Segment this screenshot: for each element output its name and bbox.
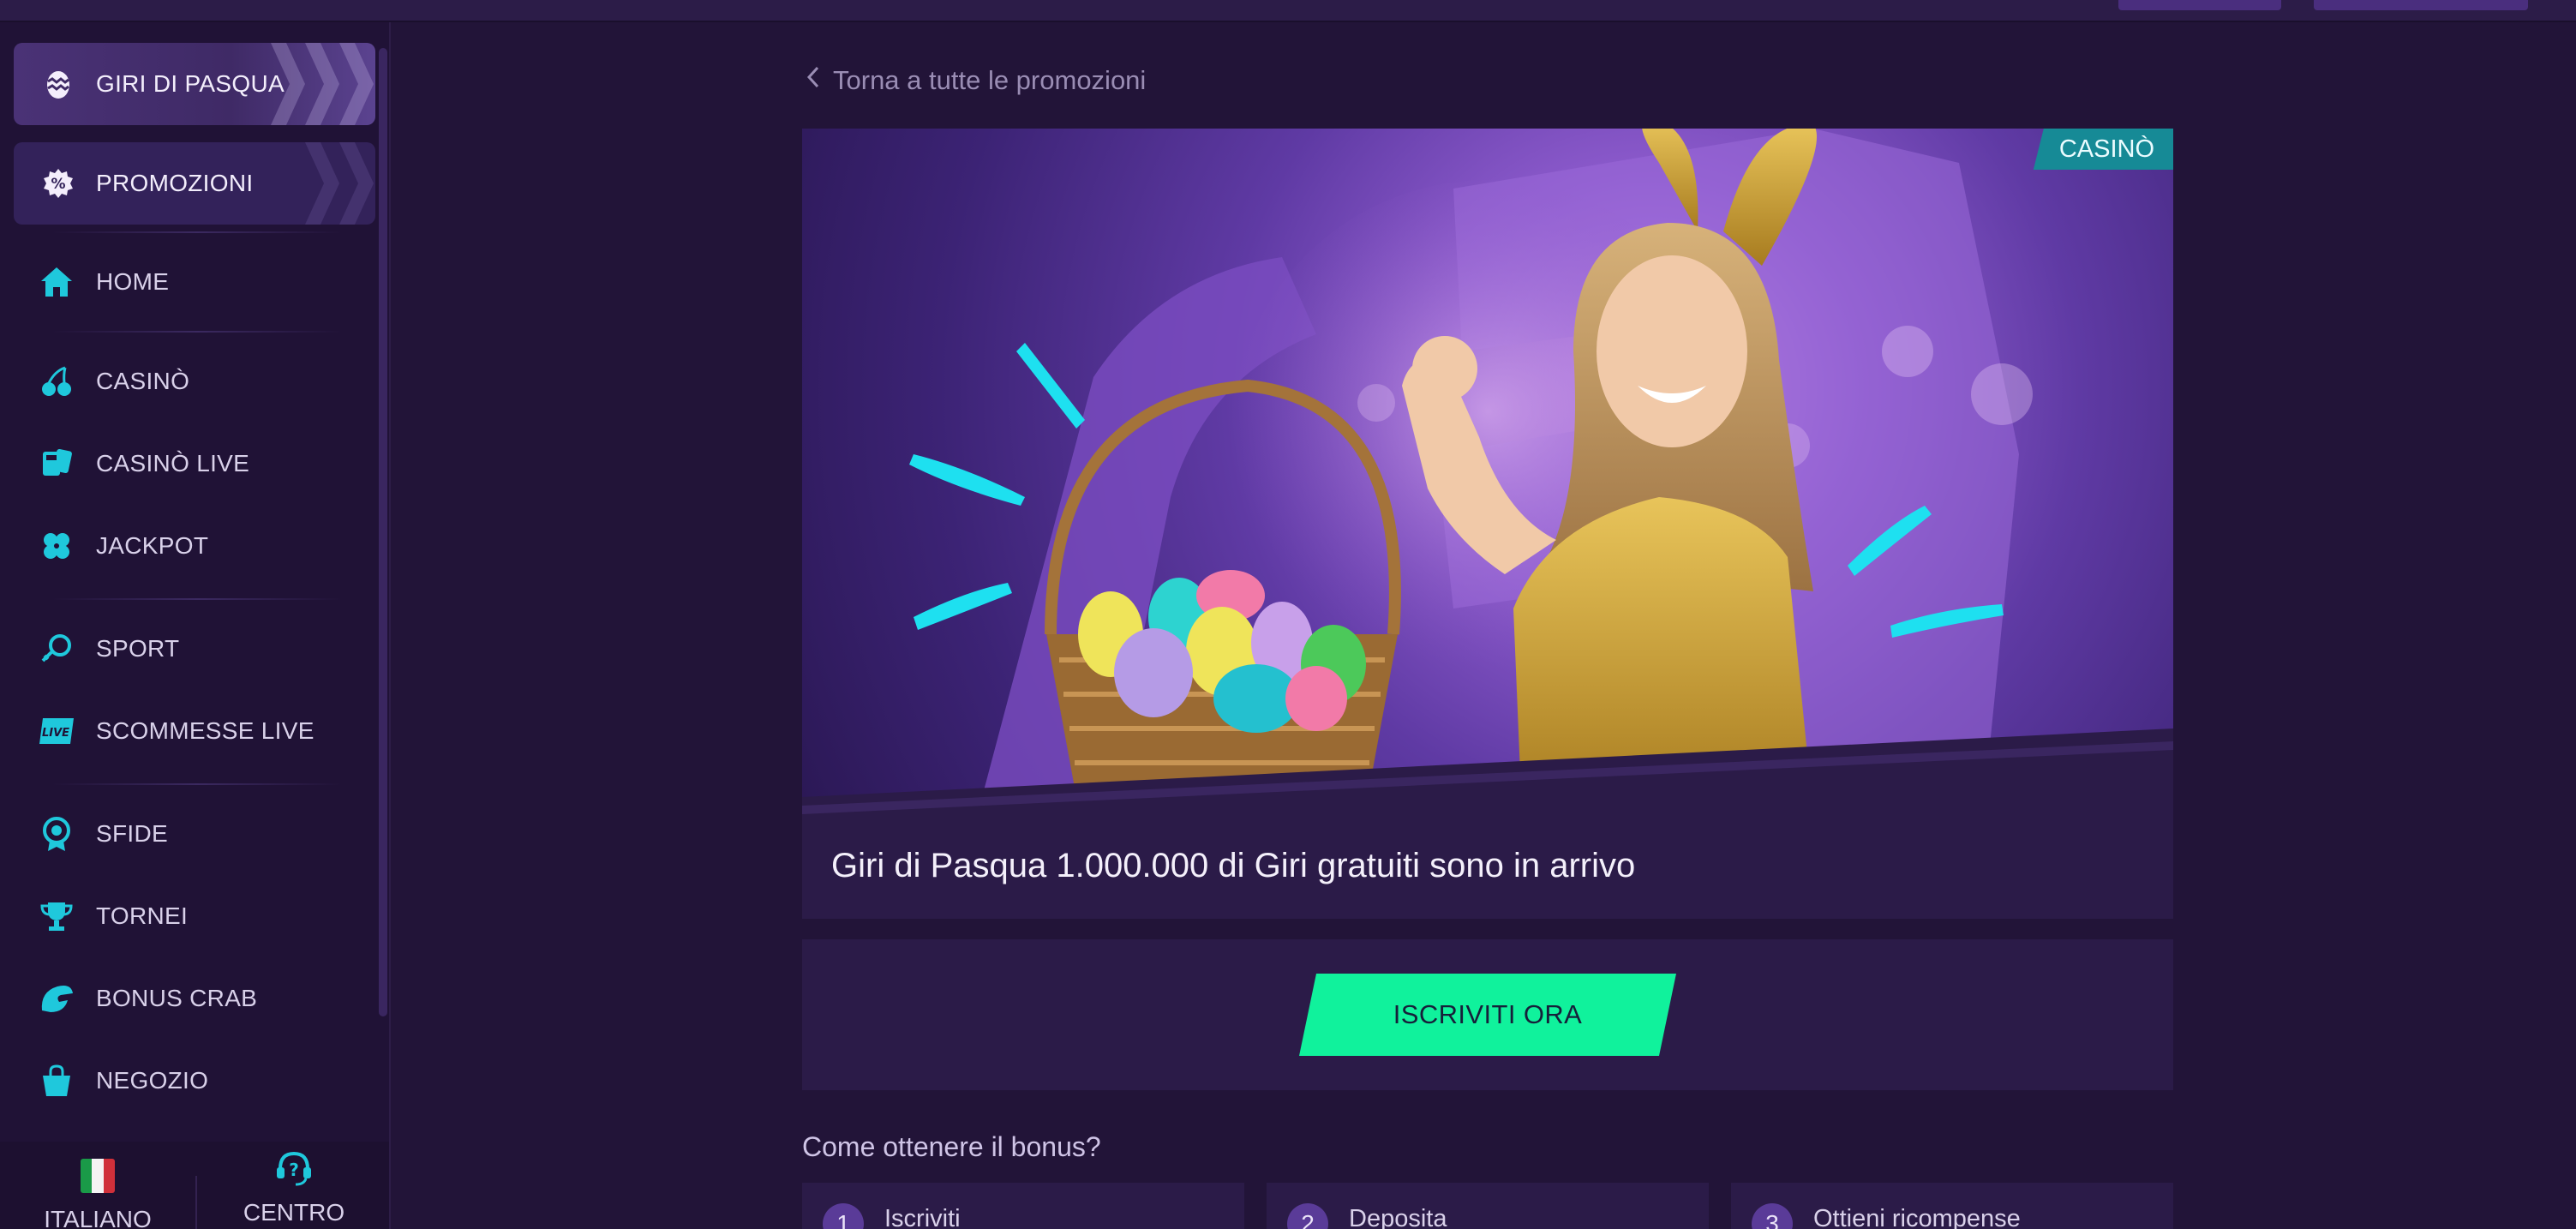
sidebar-item-label: CASINÒ LIVE xyxy=(96,450,250,477)
top-bar-button[interactable] xyxy=(2314,0,2528,10)
sidebar-item-scommesse-live[interactable]: LIVE SCOMMESSE LIVE xyxy=(0,701,377,761)
help-center-label: CENTRO ASSISTENZA xyxy=(243,1199,345,1226)
category-tag: CASINÒ xyxy=(2033,129,2173,170)
promo-pill-giri-di-pasqua[interactable]: GIRI DI PASQUA xyxy=(14,43,375,125)
sidebar-item-bonus-crab[interactable]: BONUS CRAB xyxy=(0,968,377,1028)
promo-pill-promozioni[interactable]: % PROMOZIONI xyxy=(14,142,375,225)
help-headset-icon: ? xyxy=(275,1151,313,1190)
promo-pill-label: GIRI DI PASQUA xyxy=(96,70,285,97)
divider xyxy=(51,331,343,333)
step-number: 1 xyxy=(823,1203,864,1229)
sidebar-item-label: JACKPOT xyxy=(96,532,209,559)
home-icon xyxy=(38,263,75,301)
live-badge-icon: LIVE xyxy=(38,712,75,750)
top-bar xyxy=(0,0,2576,22)
help-center-button[interactable]: ? CENTRO ASSISTENZA xyxy=(197,1150,391,1229)
sidebar-item-label: TORNEI xyxy=(96,902,189,929)
sidebar-item-tornei[interactable]: TORNEI xyxy=(0,886,377,946)
promo-banner: CASINÒ Giri di Pasqua 1.000.000 di Giri … xyxy=(802,129,2173,919)
cta-panel: ISCRIVITI ORA xyxy=(802,939,2173,1090)
chevron-left-icon xyxy=(806,65,821,96)
how-to-get-bonus-heading: Come ottenere il bonus? xyxy=(802,1131,1101,1162)
crab-claw-icon xyxy=(38,980,75,1017)
promo-title: Giri di Pasqua 1.000.000 di Giri gratuit… xyxy=(831,847,1636,884)
divider xyxy=(51,231,343,233)
step-label: Deposita xyxy=(1349,1205,1447,1229)
clover-icon xyxy=(38,527,75,565)
divider xyxy=(51,598,343,600)
sidebar-item-negozio[interactable]: NEGOZIO xyxy=(0,1051,377,1111)
step-number: 2 xyxy=(1287,1203,1328,1229)
shopping-bag-icon xyxy=(38,1062,75,1100)
sidebar-item-label: BONUS CRAB xyxy=(96,985,258,1011)
badge-icon xyxy=(38,815,75,853)
sidebar-item-label: SPORT xyxy=(96,635,180,662)
sport-ball-icon xyxy=(38,630,75,668)
sidebar-item-label: SCOMMESSE LIVE xyxy=(96,717,315,744)
step-label: Ottieni ricompense xyxy=(1813,1205,2021,1229)
sidebar-item-sport[interactable]: SPORT xyxy=(0,619,377,679)
back-to-promotions-link[interactable]: Torna a tutte le promozioni xyxy=(806,65,1146,96)
sidebar-item-label: HOME xyxy=(96,268,170,295)
promo-pill-label: PROMOZIONI xyxy=(96,170,254,196)
svg-text:LIVE: LIVE xyxy=(42,727,69,740)
cards-icon xyxy=(38,445,75,483)
sidebar-item-label: CASINÒ xyxy=(96,368,190,394)
promo-banner-image xyxy=(802,129,2173,814)
steps-list: 1 Iscriviti 2 Deposita 3 Ottieni ricompe… xyxy=(802,1183,2173,1229)
top-bar-button[interactable] xyxy=(2118,0,2281,10)
svg-text:%: % xyxy=(51,176,65,193)
divider xyxy=(51,783,343,785)
trophy-icon xyxy=(38,897,75,935)
percent-badge-icon: % xyxy=(43,168,74,199)
step-number: 3 xyxy=(1752,1203,1793,1229)
sidebar-item-home[interactable]: HOME xyxy=(0,252,377,312)
sidebar-item-sfide[interactable]: SFIDE xyxy=(0,804,377,864)
sidebar: GIRI DI PASQUA % PROMOZIONI HOME CASINÒ … xyxy=(0,22,391,1229)
signup-now-button[interactable]: ISCRIVITI ORA xyxy=(1299,974,1676,1056)
cherries-icon xyxy=(38,363,75,400)
step-card: 1 Iscriviti xyxy=(802,1183,1244,1229)
step-card: 2 Deposita xyxy=(1267,1183,1709,1229)
svg-text:?: ? xyxy=(289,1160,299,1180)
sidebar-item-label: NEGOZIO xyxy=(96,1067,209,1094)
language-selector[interactable]: ITALIANO xyxy=(0,1159,195,1229)
sidebar-footer: ITALIANO ? CENTRO ASSISTENZA xyxy=(0,1142,389,1229)
back-link-label: Torna a tutte le promozioni xyxy=(833,65,1147,95)
language-label: ITALIANO xyxy=(44,1206,152,1229)
sidebar-item-casino[interactable]: CASINÒ xyxy=(0,351,377,411)
sidebar-item-casino-live[interactable]: CASINÒ LIVE xyxy=(0,434,377,494)
step-label: Iscriviti xyxy=(884,1205,961,1229)
easter-egg-icon xyxy=(43,69,74,99)
sidebar-item-label: SFIDE xyxy=(96,820,168,847)
sidebar-item-jackpot[interactable]: JACKPOT xyxy=(0,516,377,576)
step-card: 3 Ottieni ricompense xyxy=(1731,1183,2173,1229)
italy-flag-icon xyxy=(81,1159,115,1193)
sidebar-scrollbar[interactable] xyxy=(379,48,387,1016)
